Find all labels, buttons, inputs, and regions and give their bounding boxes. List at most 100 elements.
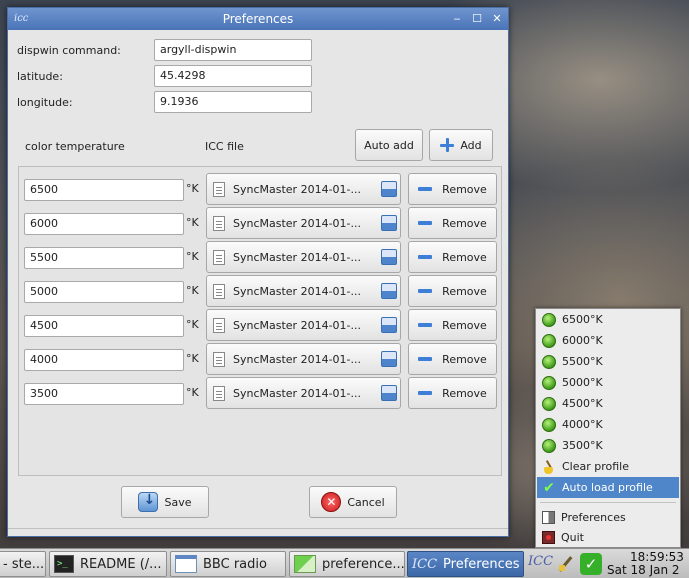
remove-label: Remove [442, 386, 487, 400]
unit-label: °K [186, 250, 199, 263]
file-chooser-icon [381, 181, 397, 197]
task-readme[interactable]: >_ README (/... [49, 551, 167, 577]
icc-file-header: ICC file [205, 140, 244, 153]
dispwin-input[interactable]: argyll-dispwin [154, 39, 312, 61]
tray-tool-icon[interactable] [556, 555, 574, 573]
close-icon[interactable]: ✕ [490, 8, 504, 30]
remove-button[interactable]: Remove [408, 309, 497, 341]
remove-button[interactable]: Remove [408, 241, 497, 273]
temperature-input[interactable]: 5000 [24, 281, 184, 303]
menu-item-4500[interactable]: 4500°K [537, 393, 679, 414]
dispwin-row: dispwin command: argyll-dispwin [17, 39, 312, 61]
icc-file-button[interactable]: SyncMaster 2014-01-... [206, 377, 401, 409]
icc-file-name: SyncMaster 2014-01-... [233, 250, 361, 264]
auto-add-button[interactable]: Auto add [355, 129, 423, 161]
window-icon [175, 555, 197, 573]
remove-button[interactable]: Remove [408, 377, 497, 409]
temperature-input[interactable]: 5500 [24, 247, 184, 269]
tray-icc-icon[interactable]: ICC [528, 554, 553, 569]
temperature-input[interactable]: 3500 [24, 383, 184, 405]
menu-item-3500[interactable]: 3500°K [537, 435, 679, 456]
icc-icon: ICC [412, 556, 438, 572]
icc-file-button[interactable]: SyncMaster 2014-01-... [206, 309, 401, 341]
task-preferences[interactable]: ICC Preferences [407, 551, 524, 577]
task-label: preference... [322, 556, 405, 572]
temperature-input[interactable]: 4000 [24, 349, 184, 371]
save-button[interactable]: Save [121, 486, 209, 518]
window-controls: ‒ ☐ ✕ [450, 8, 504, 30]
menu-item-label: 6000°K [562, 334, 603, 347]
menu-item-label: 4000°K [562, 418, 603, 431]
unit-label: °K [186, 182, 199, 195]
menu-item-6000[interactable]: 6000°K [537, 330, 679, 351]
task-bbc-radio[interactable]: BBC radio [170, 551, 286, 577]
minimize-icon[interactable]: ‒ [450, 8, 464, 30]
latitude-label: latitude: [17, 69, 63, 83]
document-icon [213, 351, 225, 367]
cancel-button[interactable]: ✕ Cancel [309, 486, 397, 518]
longitude-label: longitude: [17, 95, 73, 109]
clock-date[interactable]: Sat 18 Jan 2 [607, 563, 680, 577]
file-chooser-icon [381, 385, 397, 401]
menu-item-label: 3500°K [562, 439, 603, 452]
longitude-row: longitude: 9.1936 [17, 91, 312, 113]
plus-icon [440, 138, 455, 152]
tray-check-icon[interactable]: ✓ [580, 553, 602, 575]
cancel-label: Cancel [347, 495, 385, 509]
clock-time[interactable]: 18:59:53 [630, 550, 684, 564]
remove-button[interactable]: Remove [408, 173, 497, 205]
icc-file-button[interactable]: SyncMaster 2014-01-... [206, 343, 401, 375]
menu-item-6500[interactable]: 6500°K [537, 309, 679, 330]
menu-item-auto-load-profile[interactable]: ✔ Auto load profile [537, 477, 679, 498]
menu-item-preferences[interactable]: Preferences [537, 507, 679, 528]
status-strip [8, 528, 508, 536]
tray-menu: 6500°K 6000°K 5500°K 5000°K 4500°K 4000°… [535, 308, 681, 548]
minus-icon [418, 323, 433, 327]
minus-icon [418, 391, 433, 395]
file-chooser-icon [381, 249, 397, 265]
green-dot-icon [542, 333, 556, 348]
icc-file-name: SyncMaster 2014-01-... [233, 216, 361, 230]
document-icon [213, 215, 225, 231]
window-title: Preferences [222, 12, 294, 26]
temperature-input[interactable]: 4500 [24, 315, 184, 337]
profile-row: 6000 °K SyncMaster 2014-01-... Remove [24, 207, 500, 241]
save-icon [138, 492, 159, 512]
remove-button[interactable]: Remove [408, 207, 497, 239]
cancel-icon: ✕ [321, 492, 342, 512]
task-ste[interactable]: - ste... [0, 551, 46, 577]
icc-file-button[interactable]: SyncMaster 2014-01-... [206, 173, 401, 205]
title-bar[interactable]: icc Preferences ‒ ☐ ✕ [8, 8, 508, 30]
menu-item-4000[interactable]: 4000°K [537, 414, 679, 435]
unit-label: °K [186, 352, 199, 365]
dispwin-label: dispwin command: [17, 43, 121, 57]
remove-label: Remove [442, 318, 487, 332]
minus-icon [418, 357, 433, 361]
menu-item-label: 6500°K [562, 313, 603, 326]
remove-button[interactable]: Remove [408, 343, 497, 375]
temperature-input[interactable]: 6500 [24, 179, 184, 201]
check-icon: ✔ [543, 479, 555, 496]
icc-file-button[interactable]: SyncMaster 2014-01-... [206, 275, 401, 307]
maximize-icon[interactable]: ☐ [470, 8, 484, 30]
longitude-input[interactable]: 9.1936 [154, 91, 312, 113]
icc-file-name: SyncMaster 2014-01-... [233, 284, 361, 298]
icc-file-button[interactable]: SyncMaster 2014-01-... [206, 207, 401, 239]
menu-item-label: 4500°K [562, 397, 603, 410]
menu-item-5500[interactable]: 5500°K [537, 351, 679, 372]
remove-label: Remove [442, 182, 487, 196]
remove-label: Remove [442, 284, 487, 298]
temperature-input[interactable]: 6000 [24, 213, 184, 235]
menu-item-quit[interactable]: Quit [537, 527, 679, 548]
terminal-icon: >_ [54, 555, 74, 573]
add-button[interactable]: Add [429, 129, 493, 161]
menu-item-5000[interactable]: 5000°K [537, 372, 679, 393]
icc-file-button[interactable]: SyncMaster 2014-01-... [206, 241, 401, 273]
task-preference-image[interactable]: preference... [289, 551, 405, 577]
quit-icon [542, 531, 555, 544]
latitude-input[interactable]: 45.4298 [154, 65, 312, 87]
remove-button[interactable]: Remove [408, 275, 497, 307]
profile-row: 4500 °K SyncMaster 2014-01-... Remove [24, 309, 500, 343]
minus-icon [418, 289, 433, 293]
menu-item-clear-profile[interactable]: Clear profile [537, 456, 679, 477]
